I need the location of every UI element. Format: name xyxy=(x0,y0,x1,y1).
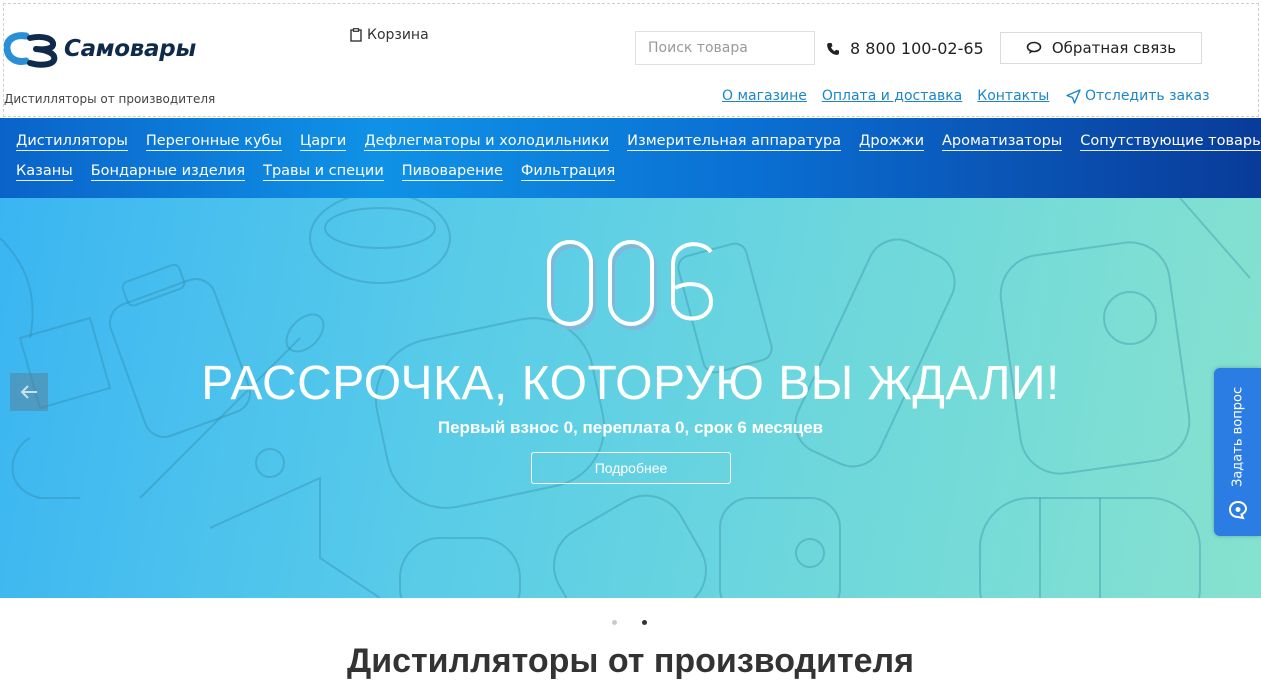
hero-details-button[interactable]: Подробнее xyxy=(531,452,731,484)
phone-number[interactable]: 8 800 100-02-65 xyxy=(826,39,984,58)
nav-item-columns[interactable]: Царги xyxy=(299,132,347,151)
tagline: Дистилляторы от производителя xyxy=(4,92,216,106)
section-title: Дистилляторы от производителя xyxy=(347,642,914,680)
nav-item-instruments[interactable]: Измерительная аппаратура xyxy=(627,132,842,151)
hero-banner: РАССРОЧКА, КОТОРУЮ ВЫ ЖДАЛИ! Первый взно… xyxy=(0,198,1261,598)
ask-question-label: Задать вопрос xyxy=(1230,386,1246,488)
cart-link[interactable]: Корзина xyxy=(350,27,429,43)
cart-label: Корзина xyxy=(367,27,429,43)
search-input[interactable] xyxy=(635,31,815,65)
nav-item-yeast[interactable]: Дрожжи xyxy=(859,132,924,151)
nav-item-filtration[interactable]: Фильтрация xyxy=(520,162,616,181)
slider-dot-2[interactable] xyxy=(642,620,647,625)
nav-item-dephlegmators[interactable]: Дефлегматоры и холодильники xyxy=(364,132,610,151)
nav-item-brewing[interactable]: Пивоварение xyxy=(401,162,503,181)
track-order-link[interactable]: Отследить заказ xyxy=(1066,88,1210,104)
top-links: О магазине Оплата и доставка Контакты xyxy=(722,88,1064,104)
nav-item-kazans[interactable]: Казаны xyxy=(16,162,73,181)
chat-icon xyxy=(1026,41,1042,54)
hero-number xyxy=(0,230,1261,334)
hero-number-graphic xyxy=(546,240,713,330)
logo-text: Самовары xyxy=(64,36,196,62)
link-about[interactable]: О магазине xyxy=(722,88,807,104)
hero-title: РАССРОЧКА, КОТОРУЮ ВЫ ЖДАЛИ! xyxy=(201,357,1060,410)
nav-item-accessories[interactable]: Сопутствующие товары xyxy=(1080,132,1261,151)
send-icon xyxy=(1066,88,1081,104)
ask-question-widget[interactable]: Задать вопрос xyxy=(1214,368,1261,536)
nav-row-2: Казаны Бондарные изделия Травы и специи … xyxy=(16,162,1261,192)
feedback-label: Обратная связь xyxy=(1051,39,1177,57)
link-contacts[interactable]: Контакты xyxy=(977,88,1049,104)
site-header: Самовары Дистилляторы от производителя К… xyxy=(3,3,1259,117)
nav-item-flavors[interactable]: Ароматизаторы xyxy=(942,132,1063,151)
link-payment-delivery[interactable]: Оплата и доставка xyxy=(822,88,962,104)
nav-item-herbs[interactable]: Травы и специи xyxy=(263,162,384,181)
logo-icon xyxy=(4,32,58,68)
track-order-label: Отследить заказ xyxy=(1085,88,1210,104)
nav-item-distillers[interactable]: Дистилляторы xyxy=(16,132,128,151)
clipboard-icon xyxy=(350,28,362,42)
nav-item-barrels[interactable]: Бондарные изделия xyxy=(90,162,246,181)
phone-icon xyxy=(827,42,839,55)
slider-dot-1[interactable] xyxy=(612,620,617,625)
category-nav: Дистилляторы Перегонные кубы Царги Дефле… xyxy=(0,118,1261,198)
slider-prev-button[interactable] xyxy=(10,373,48,411)
nav-item-stills[interactable]: Перегонные кубы xyxy=(145,132,282,151)
hero-subtitle: Первый взнос 0, переплата 0, срок 6 меся… xyxy=(437,418,824,437)
nav-row-1: Дистилляторы Перегонные кубы Царги Дефле… xyxy=(16,132,1261,162)
feedback-button[interactable]: Обратная связь xyxy=(1000,32,1202,64)
chat-bubble-icon xyxy=(1228,500,1248,520)
phone-label: 8 800 100-02-65 xyxy=(850,39,984,58)
logo[interactable]: Самовары xyxy=(4,30,196,68)
arrow-left-icon xyxy=(20,385,37,399)
slider-dots xyxy=(612,620,672,625)
